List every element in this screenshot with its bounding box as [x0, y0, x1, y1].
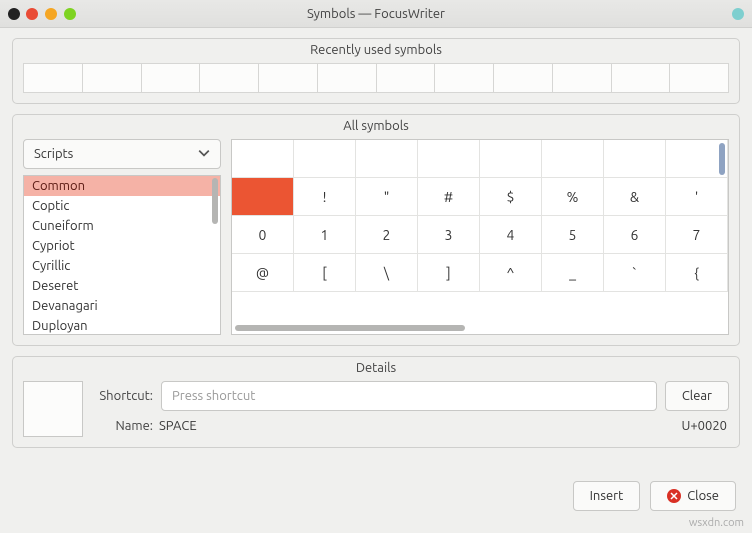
- close-icon: [667, 489, 681, 503]
- chevron-down-icon: [198, 147, 210, 162]
- details-groupbox: Details Shortcut: Press shortcut Clear N…: [12, 356, 740, 448]
- recent-cell[interactable]: [142, 63, 201, 93]
- symbol-cell[interactable]: [480, 140, 542, 178]
- titlebar: Symbols — FocusWriter: [0, 0, 752, 28]
- window-title: Symbols — FocusWriter: [0, 7, 752, 21]
- symbol-cell[interactable]: !: [294, 178, 356, 216]
- symbol-cell[interactable]: #: [418, 178, 480, 216]
- symbol-cell[interactable]: `: [604, 254, 666, 292]
- recent-cell[interactable]: [200, 63, 259, 93]
- symbol-cell[interactable]: ]: [418, 254, 480, 292]
- recent-cell[interactable]: [377, 63, 436, 93]
- symbol-grid[interactable]: !"#$%&' 01234567 @[\]^_`{: [231, 139, 729, 335]
- grid-vertical-scrollbar[interactable]: [719, 143, 725, 175]
- recent-cell[interactable]: [23, 63, 83, 93]
- all-symbols-groupbox: All symbols Scripts CommonCopticCuneifor…: [12, 114, 740, 346]
- all-symbols-title: All symbols: [13, 115, 739, 139]
- recent-cell[interactable]: [259, 63, 318, 93]
- symbol-preview: [23, 381, 83, 437]
- symbol-cell[interactable]: [: [294, 254, 356, 292]
- symbol-cell[interactable]: [232, 140, 294, 178]
- symbol-cell[interactable]: 4: [480, 216, 542, 254]
- symbol-cell[interactable]: 6: [604, 216, 666, 254]
- recent-cell[interactable]: [83, 63, 142, 93]
- symbol-cell[interactable]: 2: [356, 216, 418, 254]
- scripts-dropdown[interactable]: Scripts: [23, 139, 221, 169]
- recent-title: Recently used symbols: [13, 39, 739, 63]
- symbol-cell[interactable]: ": [356, 178, 418, 216]
- recent-groupbox: Recently used symbols: [12, 38, 740, 104]
- script-item[interactable]: Cyrillic: [24, 256, 220, 276]
- insert-button[interactable]: Insert: [573, 481, 641, 511]
- script-item[interactable]: Deseret: [24, 276, 220, 296]
- symbol-cell[interactable]: $: [480, 178, 542, 216]
- symbol-cell[interactable]: 0: [232, 216, 294, 254]
- codepoint-value: U+0020: [681, 419, 729, 433]
- symbol-cell[interactable]: \: [356, 254, 418, 292]
- name-value: SPACE: [159, 419, 197, 433]
- symbol-cell[interactable]: &: [604, 178, 666, 216]
- symbol-cell[interactable]: %: [542, 178, 604, 216]
- name-label: Name:: [93, 419, 153, 433]
- script-item[interactable]: Cypriot: [24, 236, 220, 256]
- recent-row: [13, 63, 739, 103]
- recent-cell[interactable]: [318, 63, 377, 93]
- symbol-cell[interactable]: [294, 140, 356, 178]
- shortcut-input[interactable]: Press shortcut: [161, 381, 657, 411]
- recent-cell[interactable]: [494, 63, 553, 93]
- details-title: Details: [13, 357, 739, 381]
- symbol-cell[interactable]: ^: [480, 254, 542, 292]
- recent-cell[interactable]: [670, 63, 729, 93]
- recent-cell[interactable]: [612, 63, 671, 93]
- symbol-cell[interactable]: 3: [418, 216, 480, 254]
- script-item[interactable]: Cuneiform: [24, 216, 220, 236]
- recent-cell[interactable]: [553, 63, 612, 93]
- scripts-scrollbar[interactable]: [212, 178, 218, 224]
- scripts-list[interactable]: CommonCopticCuneiformCypriotCyrillicDese…: [23, 175, 221, 335]
- shortcut-placeholder: Press shortcut: [172, 389, 255, 403]
- script-item[interactable]: Coptic: [24, 196, 220, 216]
- symbol-cell[interactable]: {: [666, 254, 728, 292]
- grid-horizontal-scrollbar[interactable]: [235, 325, 465, 331]
- clear-button[interactable]: Clear: [665, 381, 729, 411]
- recent-cell[interactable]: [435, 63, 494, 93]
- symbol-cell[interactable]: [542, 140, 604, 178]
- symbol-cell[interactable]: [604, 140, 666, 178]
- close-button-label: Close: [687, 489, 719, 503]
- symbol-cell[interactable]: 1: [294, 216, 356, 254]
- symbol-cell[interactable]: ': [666, 178, 728, 216]
- script-item[interactable]: Devanagari: [24, 296, 220, 316]
- symbol-cell[interactable]: [232, 178, 294, 216]
- shortcut-label: Shortcut:: [93, 389, 153, 403]
- watermark: wsxdn.com: [689, 517, 744, 529]
- symbol-cell[interactable]: 7: [666, 216, 728, 254]
- symbol-cell[interactable]: [418, 140, 480, 178]
- symbol-cell[interactable]: 5: [542, 216, 604, 254]
- symbol-cell[interactable]: @: [232, 254, 294, 292]
- symbol-cell[interactable]: _: [542, 254, 604, 292]
- close-button[interactable]: Close: [650, 481, 736, 511]
- script-item[interactable]: Duployan: [24, 316, 220, 335]
- scripts-dropdown-label: Scripts: [34, 147, 73, 161]
- symbol-cell[interactable]: [356, 140, 418, 178]
- script-item[interactable]: Common: [24, 176, 220, 196]
